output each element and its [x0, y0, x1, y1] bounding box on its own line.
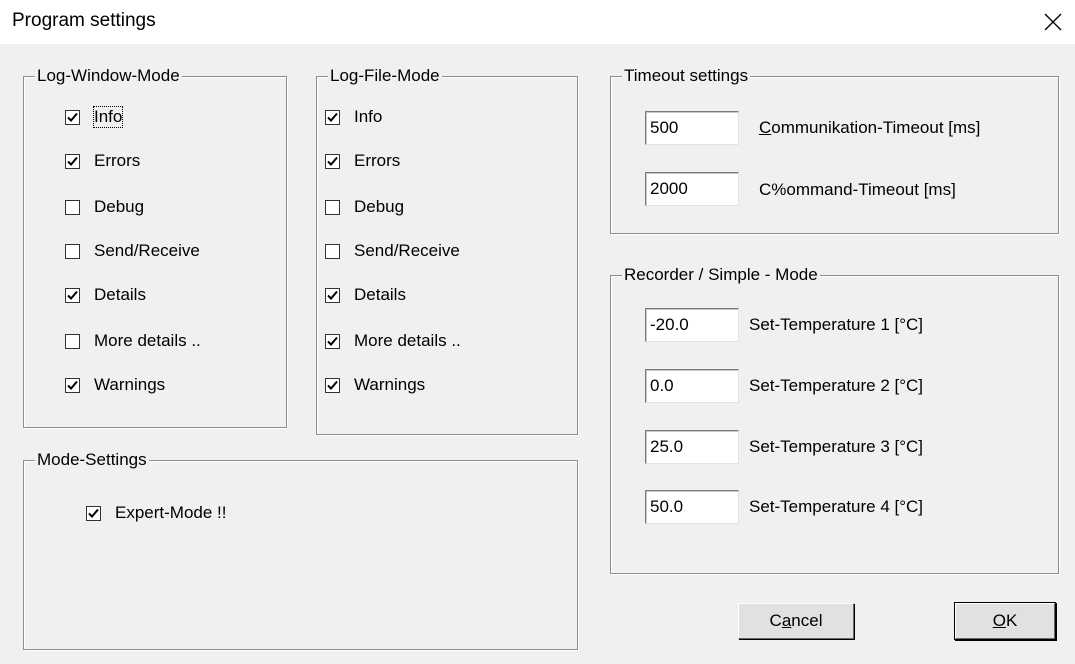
- mode-settings-legend: Mode-Settings: [35, 449, 149, 471]
- check-box[interactable]: [325, 153, 340, 169]
- checkbox-label: Errors: [354, 151, 401, 170]
- command-timeout-label: C%ommand-Timeout [ms]: [759, 180, 956, 199]
- check-box[interactable]: [65, 153, 80, 169]
- cancel-button-label-a: C: [769, 611, 782, 630]
- log-window-mode-group: Log-Window-Mode Info Errors Debug Send/Rece…: [23, 65, 287, 428]
- ok-button-label-rest: K: [1005, 611, 1018, 630]
- check-box[interactable]: [325, 333, 340, 349]
- log-file-checkbox-details[interactable]: Details: [325, 283, 406, 307]
- recorder-simple-mode-legend: Recorder / Simple - Mode: [622, 264, 820, 286]
- checkmark-icon: [88, 508, 99, 518]
- expert-mode-check-box[interactable]: [86, 505, 101, 521]
- checkbox-label: Debug: [94, 197, 145, 216]
- command-timeout-input[interactable]: 2000: [645, 172, 739, 206]
- log-window-mode-legend: Log-Window-Mode: [35, 65, 182, 87]
- checkbox-label: Send/Receive: [354, 241, 460, 260]
- check-box[interactable]: [325, 243, 340, 259]
- checkbox-label: Warnings: [94, 375, 166, 394]
- communication-timeout-label: Communikation-Timeout [ms]: [759, 117, 980, 139]
- cancel-button-label-accel: a: [781, 611, 792, 630]
- checkbox-label: Info: [354, 107, 383, 126]
- checkmark-icon: [67, 156, 78, 166]
- checkbox-label: Debug: [354, 197, 405, 216]
- ok-button-label-accel: O: [992, 611, 1006, 630]
- check-box[interactable]: [325, 377, 340, 393]
- title-bar: Program settings: [0, 0, 1075, 44]
- log-window-checkbox-details[interactable]: Details: [65, 283, 146, 307]
- log-window-checkbox-info[interactable]: Info: [65, 105, 124, 129]
- log-window-checkbox-more-details[interactable]: More details ..: [65, 329, 201, 353]
- set-temperature-3-input[interactable]: 25.0: [645, 430, 739, 464]
- checkmark-icon: [327, 112, 338, 122]
- checkbox-label: More details ..: [94, 331, 201, 350]
- checkbox-label: Details: [94, 285, 146, 304]
- cancel-button-label-b: ncel: [791, 611, 823, 630]
- communication-timeout-label-accel: C: [759, 118, 772, 137]
- checkmark-icon: [327, 336, 338, 346]
- log-file-checkbox-warnings[interactable]: Warnings: [325, 373, 425, 397]
- checkmark-icon: [327, 156, 338, 166]
- checkmark-icon: [327, 380, 338, 390]
- expert-mode-label: Expert-Mode !!: [115, 503, 227, 522]
- set-temperature-3-label: Set-Temperature 3 [°C]: [749, 437, 924, 456]
- set-temperature-2-input[interactable]: 0.0: [645, 369, 739, 403]
- set-temperature-1-label: Set-Temperature 1 [°C]: [749, 315, 924, 334]
- check-box[interactable]: [325, 109, 340, 125]
- log-file-checkbox-more-details[interactable]: More details ..: [325, 329, 461, 353]
- check-box[interactable]: [65, 109, 80, 125]
- checkmark-icon: [327, 290, 338, 300]
- mode-settings-group: Mode-Settings Expert-Mode !!: [23, 449, 578, 650]
- log-file-mode-legend: Log-File-Mode: [328, 65, 442, 87]
- check-box[interactable]: [325, 199, 340, 215]
- set-temperature-4-input[interactable]: 50.0: [645, 490, 739, 524]
- window-title: Program settings: [12, 10, 156, 31]
- log-window-checkbox-errors[interactable]: Errors: [65, 149, 140, 173]
- check-box[interactable]: [65, 243, 80, 259]
- log-file-checkbox-send-receive[interactable]: Send/Receive: [325, 239, 460, 263]
- expert-mode-checkbox[interactable]: Expert-Mode !!: [86, 501, 227, 525]
- timeout-settings-legend: Timeout settings: [622, 65, 751, 87]
- close-icon: [1044, 13, 1062, 31]
- set-temperature-1-input[interactable]: -20.0: [645, 308, 739, 342]
- log-file-mode-group: Log-File-Mode Info Errors Debug Send/Receiv…: [316, 65, 578, 435]
- check-box[interactable]: [65, 377, 80, 393]
- checkbox-label: Warnings: [354, 375, 426, 394]
- checkmark-icon: [67, 380, 78, 390]
- checkmark-icon: [67, 112, 78, 122]
- communication-timeout-input[interactable]: 500: [645, 111, 739, 145]
- check-box[interactable]: [65, 287, 80, 303]
- checkbox-label: Send/Receive: [94, 241, 200, 260]
- set-temperature-2-label: Set-Temperature 2 [°C]: [749, 376, 924, 395]
- checkbox-label: Info: [92, 106, 124, 128]
- check-box[interactable]: [65, 199, 80, 215]
- check-box[interactable]: [65, 333, 80, 349]
- ok-button[interactable]: OK: [955, 603, 1055, 639]
- communication-timeout-label-rest: ommunikation-Timeout [ms]: [771, 118, 981, 137]
- set-temperature-4-label: Set-Temperature 4 [°C]: [749, 497, 924, 516]
- cancel-button[interactable]: Ca ncel: [738, 603, 854, 639]
- log-file-checkbox-errors[interactable]: Errors: [325, 149, 400, 173]
- log-file-checkbox-debug[interactable]: Debug: [325, 195, 404, 219]
- recorder-simple-mode-group: Recorder / Simple - Mode -20.0 Set-Tempe…: [610, 264, 1059, 574]
- log-window-checkbox-debug[interactable]: Debug: [65, 195, 144, 219]
- checkbox-label: Details: [354, 285, 406, 304]
- log-window-checkbox-send-receive[interactable]: Send/Receive: [65, 239, 200, 263]
- timeout-settings-group: Timeout settings 500 Communikation-Timeo…: [610, 65, 1059, 234]
- check-box[interactable]: [325, 287, 340, 303]
- checkbox-label: More details ..: [354, 331, 461, 350]
- close-button[interactable]: [1031, 0, 1075, 44]
- checkbox-label: Errors: [94, 151, 141, 170]
- log-window-checkbox-warnings[interactable]: Warnings: [65, 373, 165, 397]
- checkmark-icon: [67, 290, 78, 300]
- log-file-checkbox-info[interactable]: Info: [325, 105, 382, 129]
